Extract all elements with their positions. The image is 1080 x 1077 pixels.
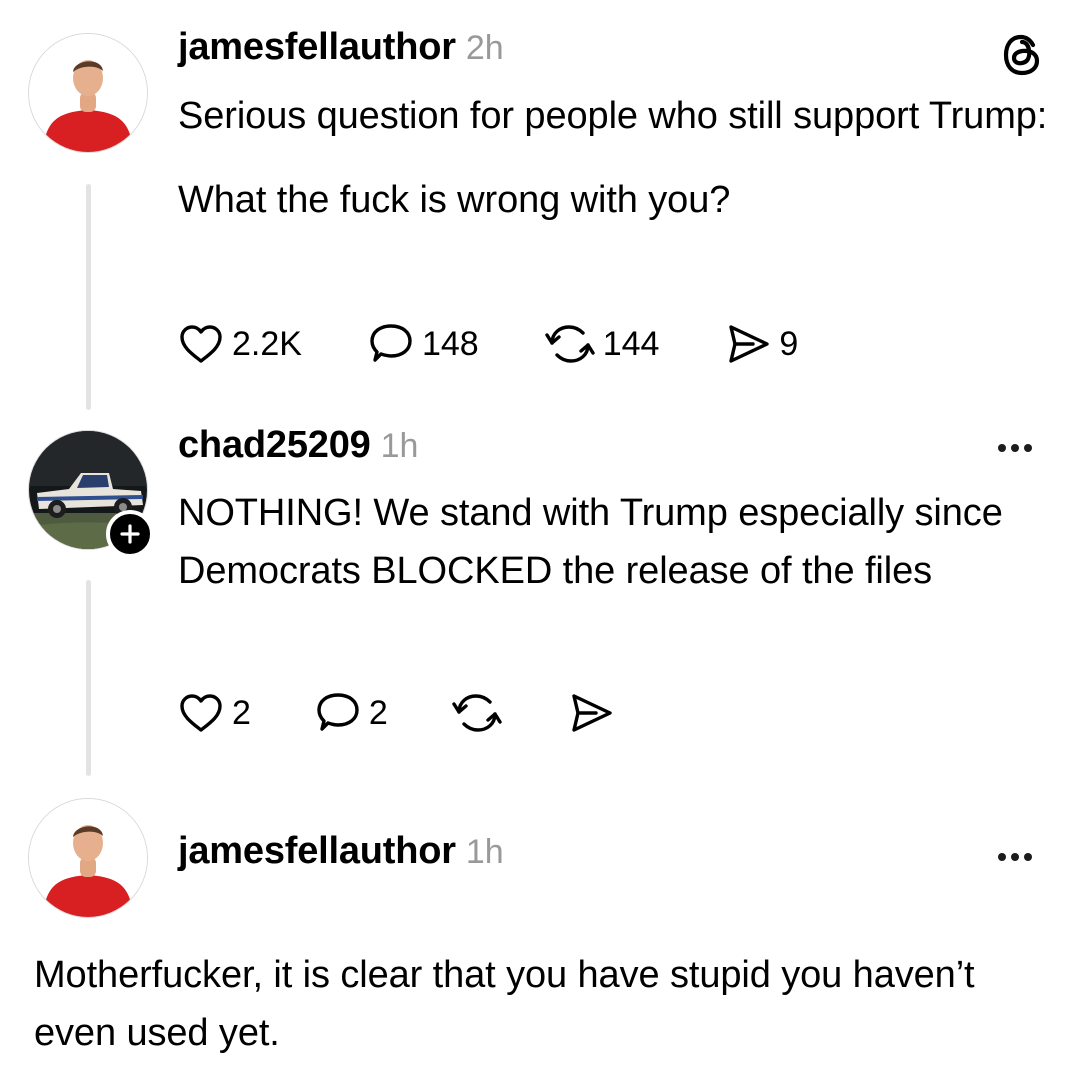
like-count: 2 xyxy=(232,693,251,732)
reply-count: 148 xyxy=(421,324,479,363)
avatar[interactable] xyxy=(28,33,148,153)
post-body: NOTHING! We stand with Trump especially … xyxy=(178,484,1058,600)
post-body: Serious question for people who still su… xyxy=(178,87,1058,229)
timestamp: 1h xyxy=(465,833,504,871)
post-paragraph: What the fuck is wrong with you? xyxy=(178,179,731,221)
share-count: 9 xyxy=(779,324,799,363)
thread-line xyxy=(86,184,91,410)
follow-button[interactable] xyxy=(106,510,154,558)
person-avatar-image xyxy=(29,34,147,152)
repost-count: 144 xyxy=(602,324,660,363)
like-button[interactable]: 2.2K xyxy=(178,323,302,365)
username[interactable]: jamesfellauthor xyxy=(178,830,456,873)
thread-line xyxy=(86,580,91,776)
comment-icon xyxy=(370,324,412,362)
post-header: jamesfellauthor 1h xyxy=(178,830,504,886)
heart-icon xyxy=(180,694,222,732)
person-avatar-image xyxy=(29,799,147,917)
send-icon xyxy=(572,694,612,732)
comment-icon xyxy=(317,693,359,731)
like-button[interactable]: 2 xyxy=(178,692,251,734)
post-paragraph: Serious question for people who still su… xyxy=(178,95,1048,137)
post-actions: 2 2 xyxy=(178,688,614,738)
timestamp: 1h xyxy=(380,427,419,465)
repost-icon xyxy=(544,325,595,363)
repost-button[interactable] xyxy=(452,690,502,736)
username[interactable]: chad25209 xyxy=(178,424,371,467)
post-paragraph: Motherfucker, it is clear that you have … xyxy=(34,954,975,1054)
repost-icon xyxy=(452,694,502,732)
reply-button[interactable]: 2 xyxy=(315,691,388,735)
like-count: 2.2K xyxy=(232,324,302,363)
reply-count: 2 xyxy=(368,693,388,732)
post-paragraph: NOTHING! We stand with Trump especially … xyxy=(178,492,1003,592)
username[interactable]: jamesfellauthor xyxy=(178,26,456,69)
heart-icon xyxy=(180,325,222,363)
send-icon xyxy=(729,325,770,363)
post-body: Motherfucker, it is clear that you have … xyxy=(34,946,1024,1062)
post-header: chad25209 1h xyxy=(178,424,418,480)
timestamp: 2h xyxy=(465,29,504,67)
repost-button[interactable]: 144 xyxy=(544,321,660,367)
avatar[interactable] xyxy=(28,798,148,918)
more-icon[interactable] xyxy=(998,853,1032,861)
threads-logo-icon[interactable] xyxy=(1000,32,1044,78)
post-actions: 2.2K 148 144 9 xyxy=(178,319,798,369)
more-icon[interactable] xyxy=(998,444,1032,452)
share-button[interactable]: 9 xyxy=(725,322,798,366)
plus-icon xyxy=(120,524,140,544)
reply-button[interactable]: 148 xyxy=(368,322,479,366)
share-button[interactable] xyxy=(568,691,614,735)
post-header: jamesfellauthor 2h xyxy=(178,26,504,82)
